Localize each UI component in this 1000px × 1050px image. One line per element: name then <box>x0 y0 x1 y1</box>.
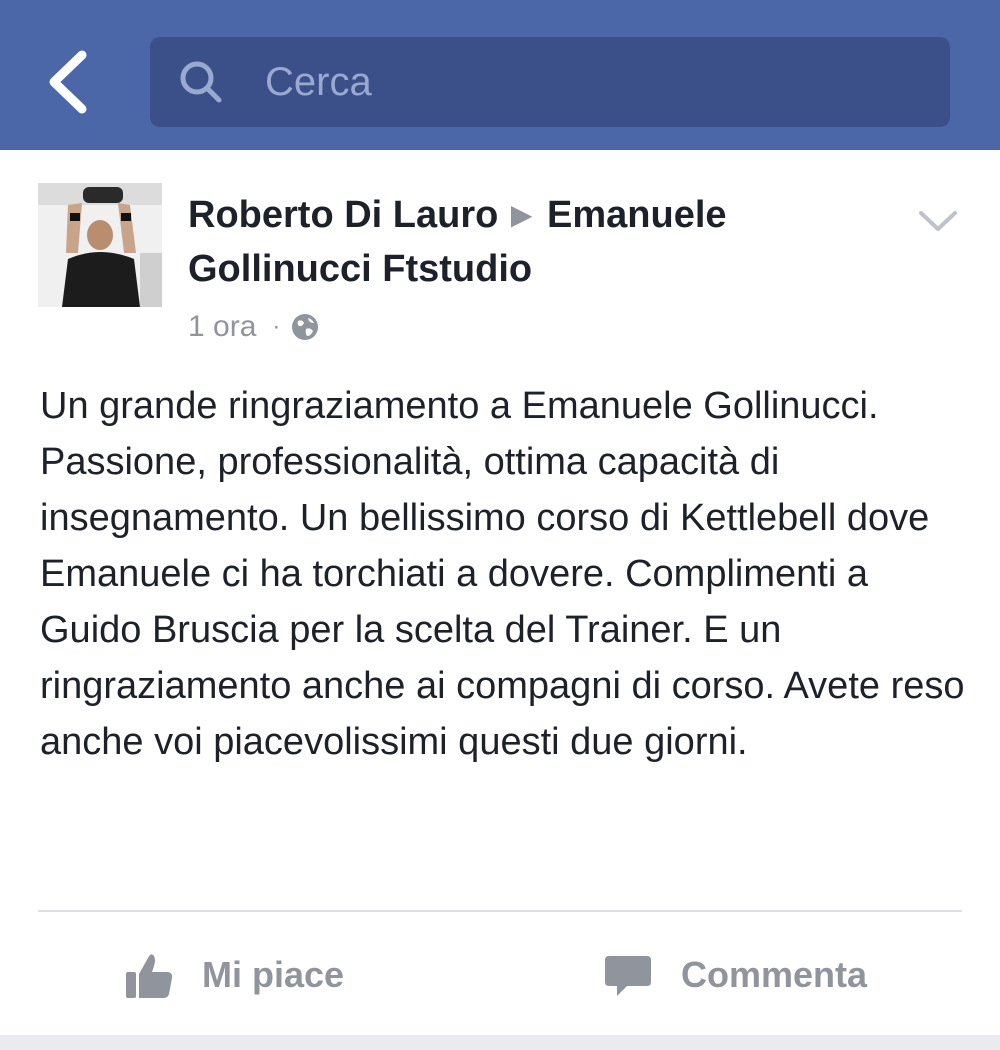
post-header-title: Roberto Di Lauro ▶ Emanuele Gollinucci F… <box>188 188 888 296</box>
search-bar[interactable] <box>150 37 950 127</box>
globe-icon <box>292 314 319 340</box>
avatar-photo <box>38 183 162 307</box>
chevron-down-icon <box>919 211 957 231</box>
post-meta: 1 ora · <box>188 306 320 348</box>
post-time[interactable]: 1 ora <box>188 306 256 348</box>
search-input[interactable] <box>265 37 925 127</box>
post-card: Roberto Di Lauro ▶ Emanuele Gollinucci F… <box>0 150 1000 1050</box>
search-icon <box>180 61 222 103</box>
top-bar <box>0 0 1000 150</box>
like-button[interactable]: Mi piace <box>124 940 344 1010</box>
comment-button[interactable]: Commenta <box>603 940 867 1010</box>
comment-bubble-icon <box>605 956 651 996</box>
shared-to-arrow-icon: ▶ <box>510 199 533 230</box>
avatar[interactable] <box>38 183 162 307</box>
back-arrow-icon <box>49 50 87 114</box>
back-button[interactable] <box>40 45 100 115</box>
comment-label: Commenta <box>681 954 868 995</box>
post-text: Un grande ringraziamento a Emanuele Goll… <box>40 385 976 763</box>
divider <box>38 910 962 912</box>
like-label: Mi piace <box>202 954 345 995</box>
author-name[interactable]: Roberto Di Lauro <box>188 194 498 236</box>
post-options-button[interactable] <box>915 205 961 235</box>
thumbs-up-icon <box>126 954 173 998</box>
feed-separator <box>0 1035 1000 1050</box>
meta-separator: · <box>272 313 281 340</box>
